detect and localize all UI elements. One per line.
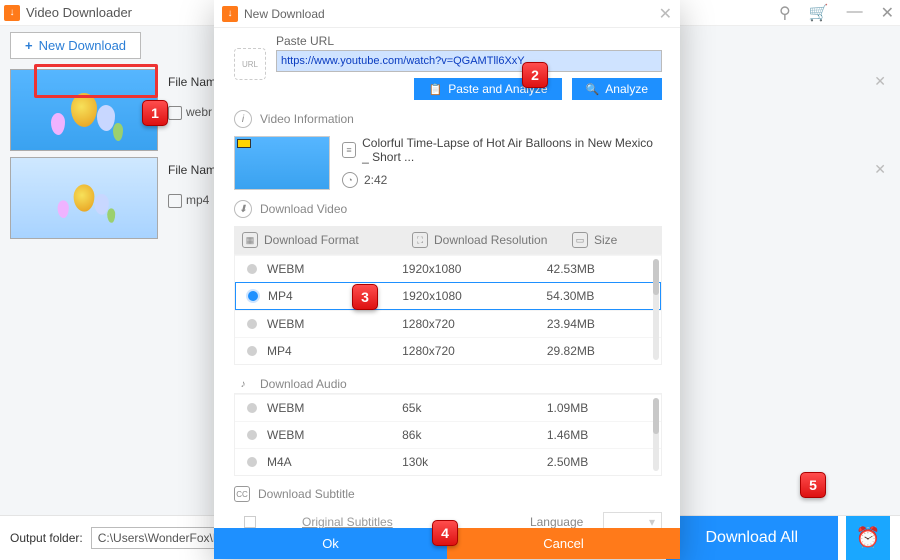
cart-icon[interactable]: 🛒 bbox=[809, 3, 829, 23]
new-download-button[interactable]: New Download bbox=[10, 32, 141, 59]
callout-5: 5 bbox=[800, 472, 826, 498]
video-format-row[interactable]: WEBM1280x72023.94MB bbox=[235, 310, 661, 337]
modal-titlebar: ↓ New Download ✕ bbox=[214, 0, 680, 28]
cc-icon: CC bbox=[234, 486, 250, 502]
download-subtitle-label: Download Subtitle bbox=[258, 487, 355, 501]
schedule-icon[interactable]: ⏰ bbox=[846, 516, 890, 560]
audio-grid: WEBM65k1.09MBWEBM86k1.46MBM4A130k2.50MB bbox=[234, 393, 662, 476]
clock-icon: ◔ bbox=[342, 172, 358, 188]
output-folder-label: Output folder: bbox=[10, 531, 83, 545]
ok-button[interactable]: Ok bbox=[214, 528, 447, 559]
clipboard-icon: 📋 bbox=[428, 83, 442, 96]
callout-1: 1 bbox=[142, 100, 168, 126]
remove-job-icon[interactable]: ✕ bbox=[874, 73, 886, 90]
scrollbar[interactable] bbox=[653, 398, 659, 471]
video-duration: 2:42 bbox=[364, 173, 387, 187]
callout-4: 4 bbox=[432, 520, 458, 546]
analyze-button[interactable]: 🔍Analyze bbox=[572, 78, 662, 100]
format-icon bbox=[168, 106, 182, 120]
cancel-button[interactable]: Cancel bbox=[447, 528, 680, 559]
callout-2: 2 bbox=[522, 62, 548, 88]
audio-icon: ♪ bbox=[234, 375, 252, 393]
video-thumbnail bbox=[234, 136, 330, 190]
close-icon[interactable]: ✕ bbox=[881, 3, 894, 23]
video-format-row[interactable]: MP41280x72029.82MB bbox=[235, 337, 661, 364]
minimize-icon[interactable]: — bbox=[847, 3, 863, 23]
video-info-label: Video Information bbox=[260, 112, 354, 126]
url-input[interactable] bbox=[276, 50, 662, 72]
audio-format-row[interactable]: WEBM65k1.09MB bbox=[235, 394, 661, 421]
job-thumbnail bbox=[10, 69, 158, 151]
search-icon: 🔍 bbox=[586, 83, 600, 96]
info-icon: i bbox=[234, 110, 252, 128]
download-audio-label: Download Audio bbox=[260, 377, 347, 391]
download-icon: ⬇ bbox=[234, 200, 252, 218]
remove-job-icon[interactable]: ✕ bbox=[874, 161, 886, 178]
original-subtitles-link[interactable]: Original Subtitles bbox=[302, 515, 393, 528]
audio-format-row[interactable]: M4A130k2.50MB bbox=[235, 448, 661, 475]
job-thumbnail bbox=[10, 157, 158, 239]
app-logo-icon: ↓ bbox=[4, 5, 20, 21]
resolution-header-icon: ⛶ bbox=[412, 232, 428, 248]
video-title: Colorful Time-Lapse of Hot Air Balloons … bbox=[362, 136, 662, 164]
video-grid: WEBM1920x108042.53MBMP41920x108054.30MBW… bbox=[234, 254, 662, 365]
url-icon: URL bbox=[234, 48, 266, 80]
url-input-field[interactable] bbox=[281, 55, 657, 67]
callout-3: 3 bbox=[352, 284, 378, 310]
modal-title: New Download bbox=[244, 7, 659, 21]
app-logo-icon: ↓ bbox=[222, 6, 238, 22]
scrollbar[interactable] bbox=[653, 259, 659, 360]
video-format-row[interactable]: WEBM1920x108042.53MB bbox=[235, 255, 661, 282]
size-header-icon: ▭ bbox=[572, 232, 588, 248]
audio-format-row[interactable]: WEBM86k1.46MB bbox=[235, 421, 661, 448]
key-icon[interactable]: ⚲ bbox=[779, 3, 791, 23]
format-icon bbox=[168, 194, 182, 208]
modal-close-icon[interactable]: ✕ bbox=[659, 4, 672, 24]
language-select[interactable] bbox=[603, 512, 662, 528]
page-icon: ≡ bbox=[342, 142, 356, 158]
url-label: Paste URL bbox=[276, 34, 662, 48]
video-format-row[interactable]: MP41920x108054.30MB bbox=[235, 282, 661, 310]
subtitle-checkbox[interactable] bbox=[244, 516, 256, 528]
language-label: Language bbox=[530, 515, 583, 528]
download-all-button[interactable]: Download All bbox=[666, 516, 839, 560]
format-header-icon: ▦ bbox=[242, 232, 258, 248]
video-grid-header: ▦Download Format ⛶Download Resolution ▭S… bbox=[234, 226, 662, 254]
new-download-modal: ↓ New Download ✕ URL Paste URL 📋Paste an… bbox=[214, 0, 680, 559]
download-video-label: Download Video bbox=[260, 202, 347, 216]
